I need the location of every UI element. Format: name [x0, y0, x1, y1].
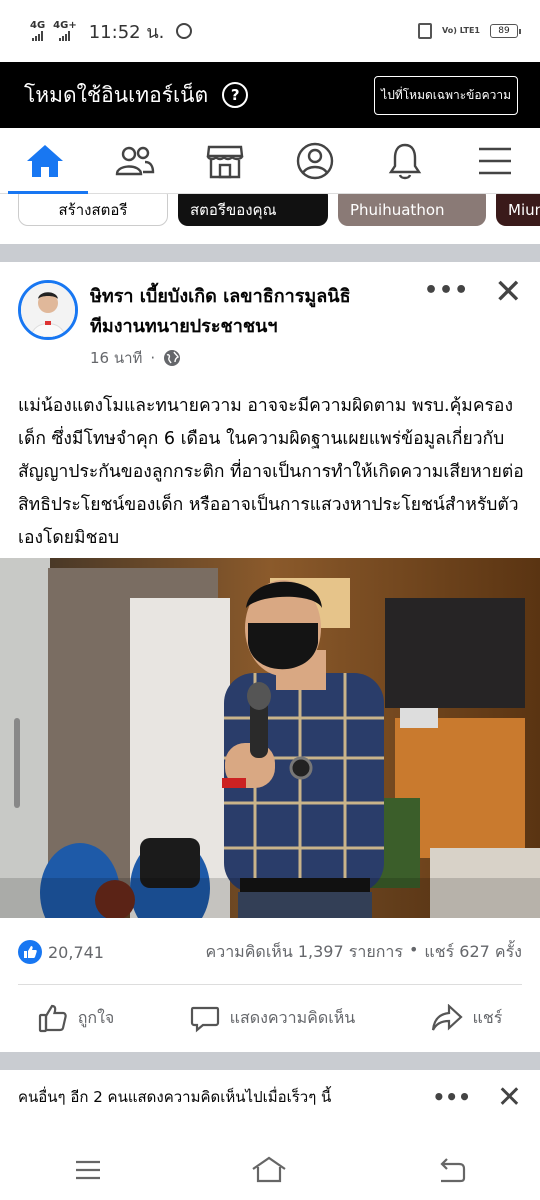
network-type-2: 4G+: [53, 20, 77, 31]
your-story[interactable]: สตอรีของคุณ: [178, 194, 328, 226]
data-mode-bar: โหมดใช้อินเทอร์เน็ต ? ไปที่โหมดเฉพาะข้อค…: [0, 62, 540, 128]
section-divider: [0, 1052, 540, 1070]
post-time[interactable]: 16 นาที: [90, 346, 142, 370]
post-meta: 16 นาที ·: [90, 346, 181, 370]
signal-bars-icon: [59, 31, 71, 41]
nav-notifications[interactable]: [365, 128, 445, 194]
comment-count[interactable]: ความคิดเห็น 1,397 รายการ: [206, 940, 403, 965]
main-nav: [0, 128, 540, 194]
nav-friends[interactable]: [95, 128, 175, 194]
signal-1: 4G: [30, 21, 45, 41]
signal-bars-icon: [32, 31, 44, 41]
story-card[interactable]: Miun: [496, 194, 540, 226]
post-author[interactable]: ษิทรา เบี้ยบังเกิด เลขาธิการมูลนิธิ ทีมง…: [90, 282, 420, 342]
globe-icon: [164, 350, 181, 366]
section-divider: [0, 244, 540, 262]
home-button-icon[interactable]: [250, 1155, 288, 1185]
menu-icon: [479, 147, 511, 174]
profile-icon: [296, 142, 334, 179]
nav-menu[interactable]: [455, 128, 535, 194]
question-icon[interactable]: ?: [222, 82, 249, 108]
thumbs-up-icon: [38, 1004, 67, 1033]
battery-level: 89: [498, 26, 510, 36]
bell-icon: [388, 143, 422, 179]
like-reaction-icon: [18, 940, 42, 964]
comment-icon: [190, 1006, 219, 1033]
close-icon[interactable]: ✕: [494, 272, 523, 312]
create-story-button[interactable]: สร้างสตอรี: [18, 194, 168, 226]
nav-profile[interactable]: [275, 128, 355, 194]
close-icon[interactable]: ✕: [497, 1080, 522, 1115]
like-count[interactable]: 20,741: [48, 943, 104, 962]
back-icon[interactable]: [435, 1156, 467, 1184]
friends-icon: [115, 146, 155, 175]
comment-label: แสดงความคิดเห็น: [229, 1007, 356, 1027]
stories-strip: สร้างสตอรี สตอรีของคุณ Phuihuathon Miun: [0, 194, 540, 230]
notice-text[interactable]: คนอื่นๆ อีก 2 คนแสดงความคิดเห็นไปเมื่อเร…: [18, 1085, 331, 1109]
vibrate-icon: [418, 23, 433, 39]
mode-title: โหมดใช้อินเทอร์เน็ต: [24, 82, 209, 107]
status-bar: 4G 4G+ 11:52 น. Vo) LTE1 89: [0, 0, 540, 62]
recent-comments-notice: คนอื่นๆ อีก 2 คนแสดงความคิดเห็นไปเมื่อเร…: [0, 1070, 540, 1124]
nav-marketplace[interactable]: [185, 128, 265, 194]
more-options-icon[interactable]: •••: [433, 1085, 471, 1109]
marketplace-icon: [206, 145, 244, 178]
like-button[interactable]: ถูกใจ: [38, 1003, 115, 1033]
share-count[interactable]: แชร์ 627 ครั้ง: [424, 940, 522, 965]
post-actions: ถูกใจ แสดงความคิดเห็น แชร์: [0, 990, 540, 1046]
author-line-1: ษิทรา เบี้ยบังเกิด เลขาธิการมูลนิธิ: [90, 286, 351, 307]
post-body: แม่น้องแตงโมและทนายความ อาจจะมีความผิดตา…: [18, 396, 524, 548]
clock: 11:52 น.: [88, 21, 165, 43]
text-only-mode-button[interactable]: ไปที่โหมดเฉพาะข้อความ: [374, 75, 518, 115]
comment-button[interactable]: แสดงความคิดเห็น: [190, 1003, 356, 1033]
author-line-2: ทีมงานทนายประชาชนฯ: [90, 316, 278, 337]
battery-icon: 89: [490, 24, 521, 38]
divider: [18, 984, 522, 985]
count-separator: •: [408, 939, 419, 959]
share-button[interactable]: แชร์: [431, 1004, 503, 1032]
photo-illustration: [0, 558, 540, 918]
messenger-icon: [176, 23, 193, 39]
home-icon: [27, 144, 63, 177]
share-label: แชร์: [472, 1007, 503, 1027]
post-header: ษิทรา เบี้ยบังเกิด เลขาธิการมูลนิธิ ทีมง…: [0, 262, 540, 372]
recent-apps-icon[interactable]: [73, 1158, 103, 1182]
reactions-summary: 20,741 ความคิดเห็น 1,397 รายการ • แชร์ 6…: [0, 930, 540, 974]
story-card[interactable]: Phuihuathon: [338, 194, 486, 226]
more-options-icon[interactable]: •••: [424, 278, 469, 303]
like-label: ถูกใจ: [77, 1007, 115, 1027]
post-photo[interactable]: [0, 558, 540, 918]
system-nav-bar: [0, 1140, 540, 1200]
signal-2: 4G+: [53, 21, 77, 41]
meta-dot: ·: [150, 349, 156, 367]
volte-indicator: Vo) LTE1: [442, 26, 480, 35]
avatar[interactable]: [18, 280, 78, 340]
network-type-1: 4G: [30, 20, 46, 31]
avatar-image: [21, 283, 75, 337]
nav-home[interactable]: [5, 128, 88, 194]
share-icon: [431, 1004, 463, 1031]
